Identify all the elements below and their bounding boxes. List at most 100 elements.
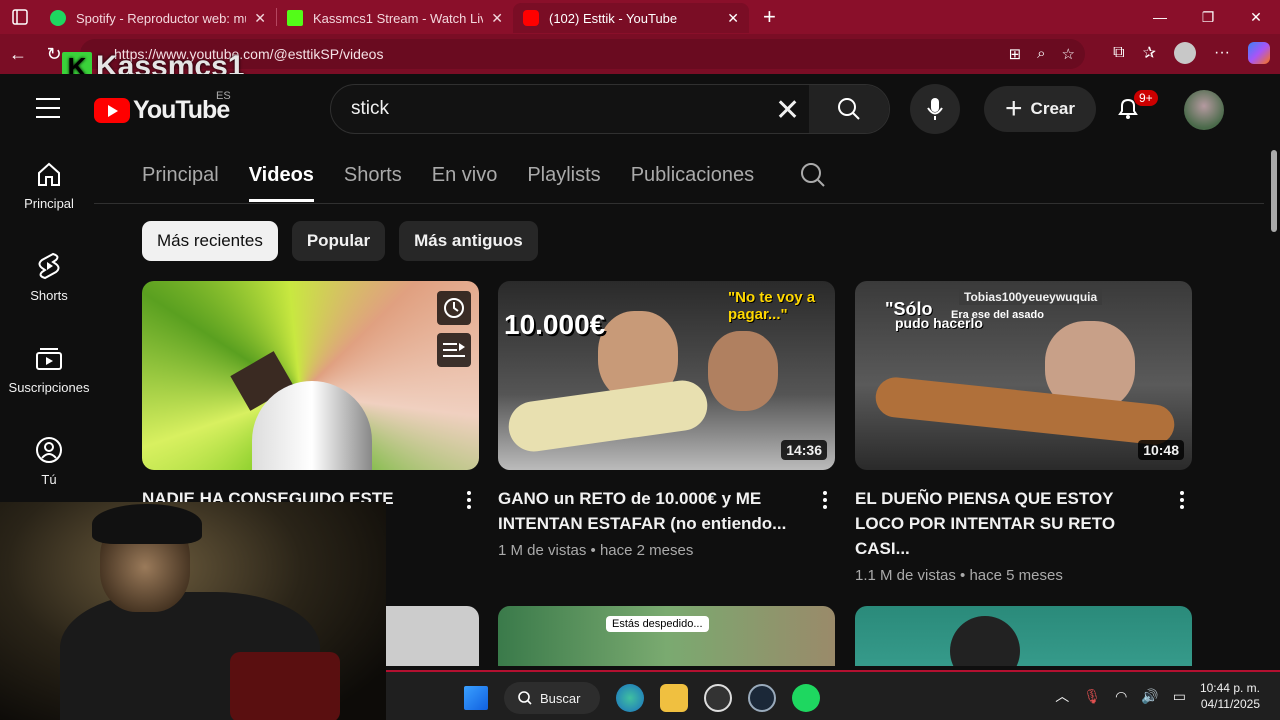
create-label: Crear [1030, 99, 1075, 118]
window-controls: — ❐ ✕ [1136, 0, 1280, 34]
tab-title: Spotify - Reproductor web: música [76, 10, 246, 26]
video-thumbnail[interactable]: Estás despedido... [498, 606, 835, 666]
tab-principal[interactable]: Principal [142, 158, 219, 204]
shorts-icon [38, 252, 60, 280]
video-card[interactable]: 10.000€ "No te voy a pagar..." 14:36 GAN… [498, 281, 835, 559]
scrollbar-thumb[interactable] [1271, 150, 1277, 232]
close-window-icon[interactable]: ✕ [1232, 0, 1280, 34]
watch-later-icon[interactable] [437, 291, 471, 325]
tab-playlists[interactable]: Playlists [527, 158, 600, 204]
tab-publicaciones[interactable]: Publicaciones [631, 158, 754, 204]
wifi-icon[interactable]: ◠ [1115, 688, 1127, 705]
tab-youtube[interactable]: (102) Esttik - YouTube ✕ [513, 3, 749, 33]
youtube-logo[interactable]: YouTube ES [94, 90, 231, 125]
windows-start-icon[interactable] [464, 686, 488, 710]
favorite-star-icon[interactable]: ☆ [1062, 45, 1075, 63]
search-box[interactable]: stick ✕ [330, 84, 890, 134]
chip-popular[interactable]: Popular [291, 221, 386, 261]
apps-icon[interactable]: ⊞ [1009, 45, 1022, 63]
more-options-icon[interactable] [1180, 491, 1184, 512]
tab-kick[interactable]: Kassmcs1 Stream - Watch Live on ✕ [277, 3, 513, 33]
chip-recent[interactable]: Más recientes [142, 221, 278, 261]
back-icon[interactable]: ← [0, 44, 36, 65]
tab-shorts[interactable]: Shorts [344, 158, 402, 204]
spotify-icon[interactable] [792, 684, 820, 712]
sidebar-label: Shorts [30, 288, 68, 303]
more-options-icon[interactable] [467, 491, 471, 512]
video-card[interactable]: Estás despedido... [498, 606, 835, 666]
tab-spotify[interactable]: Spotify - Reproductor web: música ✕ [40, 3, 276, 33]
battery-icon[interactable]: ▭ [1173, 688, 1186, 705]
favorites-icon[interactable]: ✰ [1143, 43, 1156, 63]
tab-videos[interactable]: Videos [248, 158, 314, 202]
split-screen-icon[interactable]: ⧉ [1113, 44, 1124, 62]
system-clock[interactable]: 10:44 p. m. 04/11/2025 [1200, 680, 1260, 712]
video-thumbnail[interactable]: 10.000€ "No te voy a pagar..." 14:36 [498, 281, 835, 470]
video-meta: 1.1 M de vistas • hace 5 meses [855, 567, 1063, 584]
microphone-icon[interactable]: 🎙 [1083, 688, 1101, 705]
close-icon[interactable]: ✕ [254, 10, 266, 27]
zoom-icon[interactable]: ⌕ [1037, 45, 1045, 63]
video-title[interactable]: GANO un RETO de 10.000€ y ME INTENTAN ES… [498, 486, 798, 536]
logo-text: YouTube [133, 96, 230, 124]
chip-oldest[interactable]: Más antiguos [399, 221, 538, 261]
file-explorer-icon[interactable] [660, 684, 688, 712]
edge-icon[interactable] [616, 684, 644, 712]
channel-search-icon[interactable] [800, 162, 826, 193]
video-thumbnail[interactable] [855, 606, 1192, 666]
tab-actions-icon[interactable] [0, 0, 40, 34]
more-options-icon[interactable] [823, 491, 827, 512]
video-card[interactable]: NADIE HA CONSEGUIDO ESTE RETO [142, 281, 479, 536]
subscriptions-icon [36, 348, 62, 370]
sidebar-item-suscripciones[interactable]: Suscripciones [4, 342, 94, 434]
tab-title: (102) Esttik - YouTube [549, 10, 678, 26]
create-button[interactable]: + Crear [984, 86, 1096, 132]
add-to-queue-icon[interactable] [437, 333, 471, 367]
volume-icon[interactable]: 🔊 [1141, 688, 1158, 705]
youtube-icon [523, 10, 539, 26]
hamburger-menu-icon[interactable] [36, 98, 60, 125]
sidebar-label: Suscripciones [8, 380, 90, 395]
microphone-icon [927, 98, 943, 120]
taskbar-search[interactable]: Buscar [504, 682, 600, 714]
minimize-icon[interactable]: — [1136, 0, 1184, 34]
clock-time: 10:44 p. m. [1199, 681, 1260, 695]
home-icon [38, 162, 60, 186]
clock-date: 04/11/2025 [1200, 697, 1260, 711]
page-scrollbar[interactable] [1268, 74, 1280, 666]
youtube-header: YouTube ES stick ✕ + Crear 9+ [4, 74, 1274, 144]
clear-search-icon[interactable]: ✕ [775, 93, 800, 128]
sidebar-item-shorts[interactable]: Shorts [4, 250, 94, 342]
video-card[interactable]: "Sólo pudo hacerlo Tobias100yeueywuquia … [855, 281, 1192, 584]
sidebar-item-principal[interactable]: Principal [4, 158, 94, 250]
steam-icon[interactable] [748, 684, 776, 712]
chevron-up-icon[interactable]: ︿ [1055, 686, 1069, 706]
video-meta: 1 M de vistas • hace 2 meses [498, 542, 694, 559]
thumb-text: "No te voy a pagar..." [728, 289, 816, 323]
search-input[interactable]: stick [351, 98, 389, 120]
search-icon [518, 691, 532, 705]
browser-tab-strip: Spotify - Reproductor web: música ✕ Kass… [0, 0, 1280, 34]
plus-icon: + [1005, 92, 1023, 125]
user-avatar[interactable] [1184, 90, 1224, 130]
close-icon[interactable]: ✕ [491, 10, 503, 27]
restore-icon[interactable]: ❐ [1184, 0, 1232, 34]
video-card[interactable] [855, 606, 1192, 666]
video-title[interactable]: EL DUEÑO PIENSA QUE ESTOY LOCO POR INTEN… [855, 486, 1155, 561]
more-icon[interactable]: ··· [1214, 44, 1230, 62]
profile-avatar[interactable] [1174, 42, 1197, 64]
copilot-icon[interactable] [1248, 42, 1270, 64]
search-icon [838, 98, 860, 120]
video-thumbnail[interactable] [142, 281, 479, 470]
video-thumbnail[interactable]: "Sólo pudo hacerlo Tobias100yeueywuquia … [855, 281, 1192, 470]
obs-icon[interactable] [704, 684, 732, 712]
tabs-divider [94, 203, 1264, 204]
sort-chips: Más recientes Popular Más antiguos [142, 221, 538, 261]
voice-search-button[interactable] [910, 84, 960, 134]
close-icon[interactable]: ✕ [727, 10, 739, 27]
channel-tabs: Principal Videos Shorts En vivo Playlist… [142, 158, 754, 204]
search-button[interactable] [809, 85, 889, 133]
new-tab-button[interactable]: + [763, 4, 776, 30]
youtube-play-icon [94, 98, 130, 123]
tab-en-vivo[interactable]: En vivo [432, 158, 498, 204]
